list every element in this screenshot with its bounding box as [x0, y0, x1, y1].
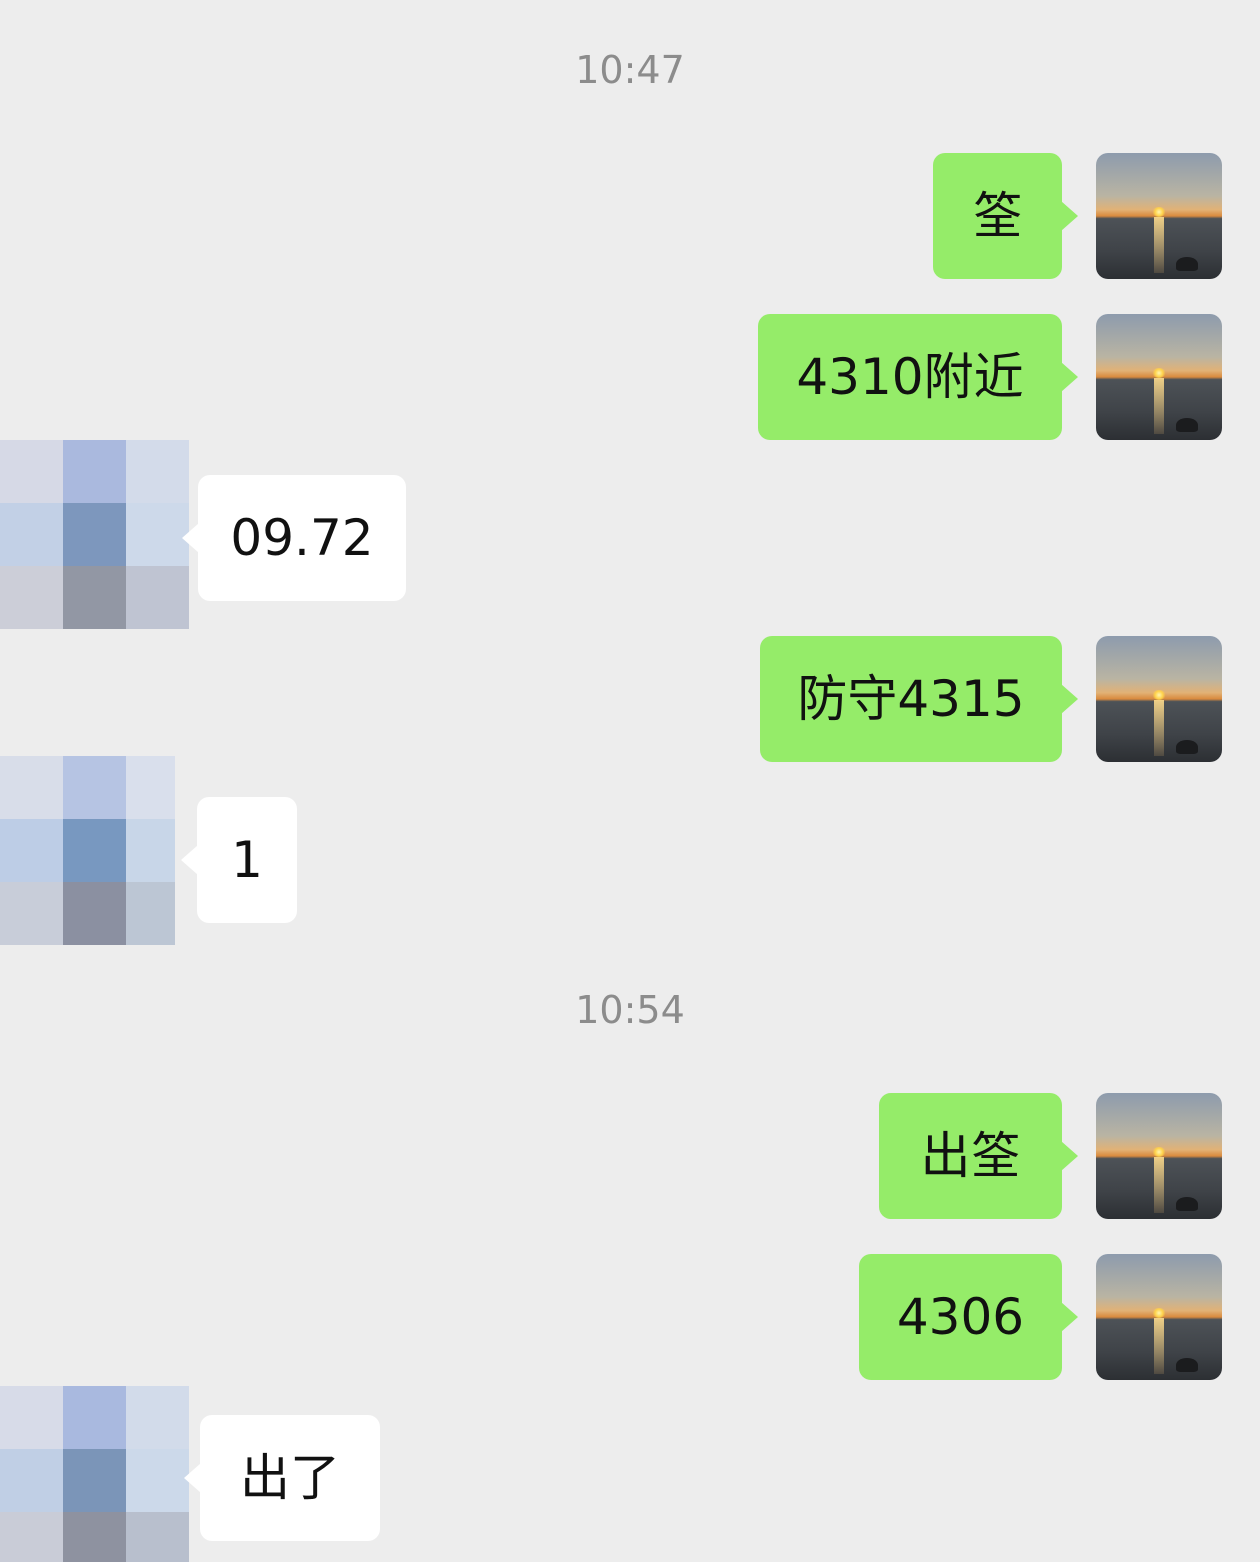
message-bubble-received[interactable]: 09.72 [182, 475, 406, 601]
message-bubble-received[interactable]: 1 [181, 797, 297, 923]
pixelated-avatar-icon[interactable] [0, 756, 175, 945]
message-bubble-sent[interactable]: 出筌 [879, 1093, 1078, 1219]
message-bubble-sent[interactable]: 防守4315 [760, 636, 1078, 762]
sunset-avatar-icon[interactable] [1096, 1093, 1222, 1219]
pixelated-avatar-icon[interactable] [0, 440, 189, 629]
sunset-avatar-icon[interactable] [1096, 1254, 1222, 1380]
timestamp: 10:54 [575, 988, 685, 1032]
pixelated-avatar-icon[interactable] [0, 1386, 189, 1562]
message-bubble-sent[interactable]: 筌 [933, 153, 1078, 279]
sunset-avatar-icon[interactable] [1096, 314, 1222, 440]
message-bubble-received[interactable]: 出了 [184, 1415, 380, 1541]
sunset-avatar-icon[interactable] [1096, 636, 1222, 762]
timestamp: 10:47 [575, 48, 685, 92]
message-bubble-sent[interactable]: 4310附近 [758, 314, 1078, 440]
sunset-avatar-icon[interactable] [1096, 153, 1222, 279]
message-bubble-sent[interactable]: 4306 [859, 1254, 1078, 1380]
